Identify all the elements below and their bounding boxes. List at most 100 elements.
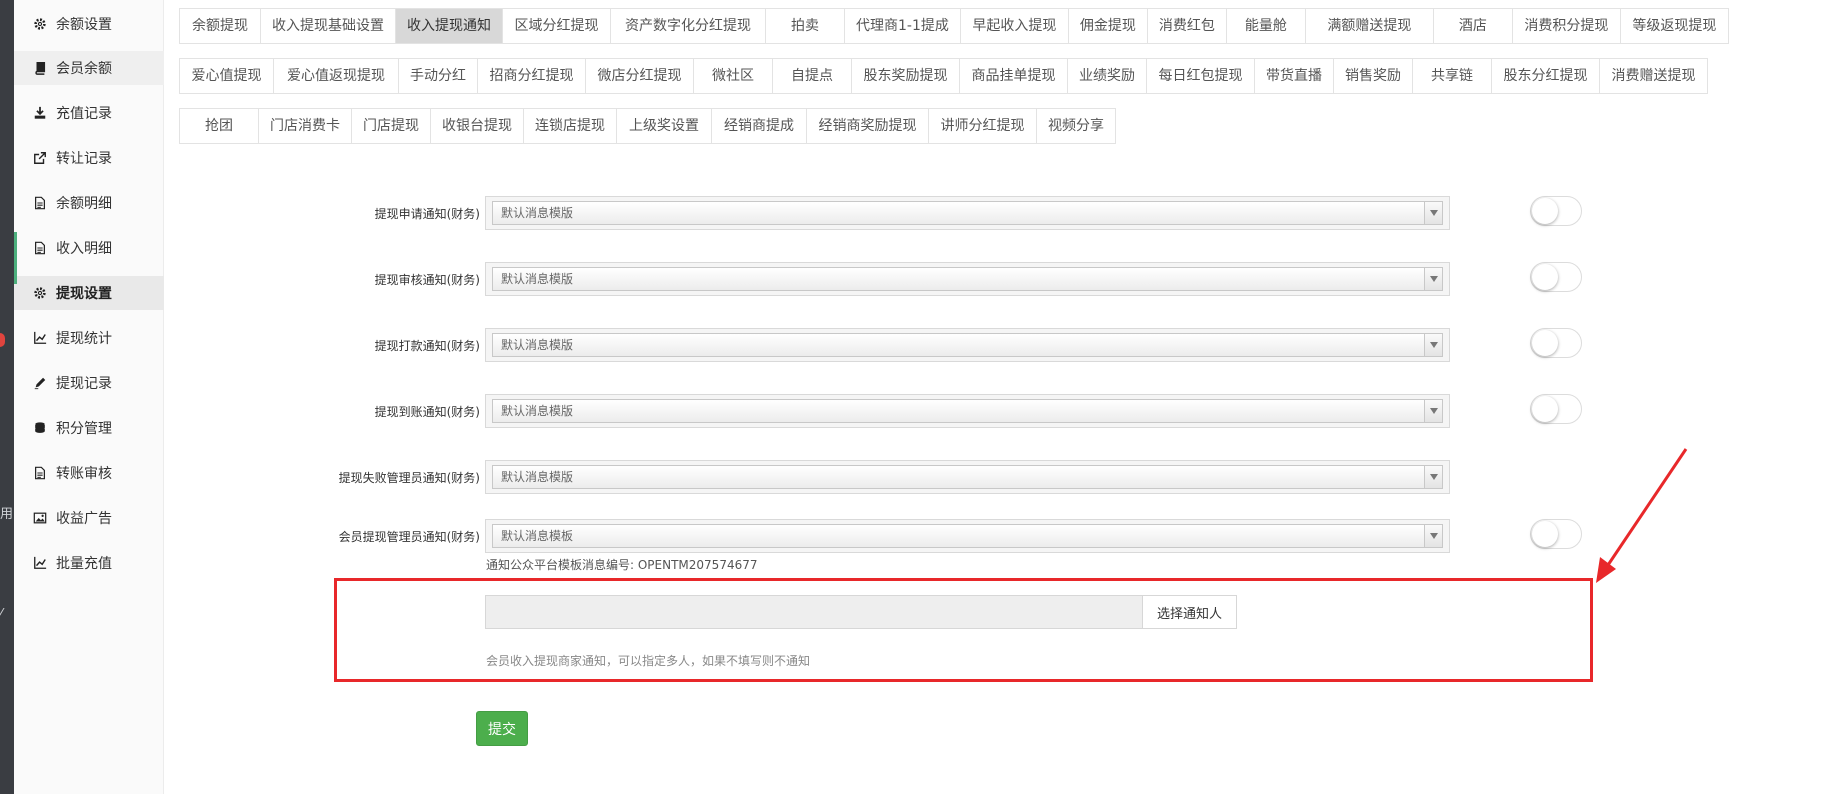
sidebar-item-10[interactable]: 积分管理 <box>14 411 164 445</box>
template-select-wrapper: 默认消息模版 <box>485 460 1450 494</box>
tab-row2-1[interactable]: 爱心值提现 <box>179 58 274 94</box>
toggle-knob <box>1532 396 1558 422</box>
sidebar-item-label: 转让记录 <box>56 151 112 167</box>
tab-row3-6[interactable]: 上级奖设置 <box>616 108 712 144</box>
tab-row2-3[interactable]: 手动分红 <box>398 58 478 94</box>
sidebar-item-label: 收入明细 <box>56 241 112 257</box>
tab-row-1: 余额提现 收入提现基础设置 收入提现通知 区域分红提现 资产数字化分红提现 拍卖 代理商1-… <box>179 8 1729 44</box>
form-row-4: 提现到账通知(财务) 默认消息模版 <box>260 394 1680 428</box>
submit-button[interactable]: 提交 <box>476 711 528 746</box>
sidebar-item-7[interactable]: 提现设置 <box>14 276 164 310</box>
form-row-label: 提现申请通知(财务) <box>374 207 480 221</box>
tab-row2-16[interactable]: 消费赠送提现 <box>1599 58 1708 94</box>
tab-row2-11[interactable]: 每日红包提现 <box>1146 58 1255 94</box>
chevron-down-icon <box>1424 525 1442 547</box>
tab-row1-15[interactable]: 等级返现提现 <box>1619 8 1729 44</box>
tab-row3-8[interactable]: 经销商奖励提现 <box>806 108 929 144</box>
tab-row1-6[interactable]: 拍卖 <box>765 8 845 44</box>
template-select[interactable]: 默认消息模版 <box>492 201 1443 225</box>
template-select[interactable]: 默认消息模版 <box>492 399 1443 423</box>
download-icon <box>32 105 48 121</box>
sidebar-item-label: 余额明细 <box>56 196 112 212</box>
sidebar-item-2[interactable]: 会员余额 <box>14 51 164 85</box>
tab-row2-2[interactable]: 爱心值返现提现 <box>273 58 399 94</box>
form-row-label: 提现审核通知(财务) <box>374 273 480 287</box>
line-chart-icon <box>32 330 48 346</box>
sidebar-item-label: 余额设置 <box>56 17 112 33</box>
tab-row1-5[interactable]: 资产数字化分红提现 <box>610 8 766 44</box>
tab-row2-9[interactable]: 商品挂单提现 <box>959 58 1068 94</box>
sidebar-item-1[interactable]: 余额设置 <box>14 7 164 41</box>
notify-toggle[interactable] <box>1530 196 1582 226</box>
tab-row2-8[interactable]: 股东奖励提现 <box>851 58 960 94</box>
template-select-wrapper: 默认消息模版 <box>485 262 1450 296</box>
tab-row1-2[interactable]: 收入提现基础设置 <box>260 8 396 44</box>
pencil-icon <box>32 375 48 391</box>
tab-row3-2[interactable]: 门店消费卡 <box>258 108 352 144</box>
sidebar-item-3[interactable]: 充值记录 <box>14 96 164 130</box>
template-select-value: 默认消息模版 <box>501 206 574 220</box>
tab-row3-9[interactable]: 讲师分红提现 <box>928 108 1037 144</box>
sidebar-item-8[interactable]: 提现统计 <box>14 321 164 355</box>
tab-row1-14[interactable]: 消费积分提现 <box>1511 8 1621 44</box>
sidebar-item-11[interactable]: 转账审核 <box>14 456 164 490</box>
tab-row2-13[interactable]: 销售奖励 <box>1333 58 1413 94</box>
tab-row3-4[interactable]: 收银台提现 <box>430 108 524 144</box>
tab-row3-7[interactable]: 经销商提成 <box>711 108 807 144</box>
template-select[interactable]: 默认消息模板 <box>492 524 1443 548</box>
tab-row1-10[interactable]: 消费红包 <box>1146 8 1227 44</box>
form-row-6: 会员提现管理员通知(财务) 默认消息模板 <box>260 519 1680 553</box>
tab-row2-5[interactable]: 微店分红提现 <box>585 58 694 94</box>
image-icon <box>32 510 48 526</box>
sidebar-item-5[interactable]: 余额明细 <box>14 186 164 220</box>
template-select[interactable]: 默认消息模版 <box>492 267 1443 291</box>
tab-row2-12[interactable]: 带货直播 <box>1254 58 1334 94</box>
tab-row2-14[interactable]: 共享链 <box>1412 58 1492 94</box>
sidebar-item-label: 提现统计 <box>56 331 112 347</box>
tab-row1-4[interactable]: 区域分红提现 <box>502 8 611 44</box>
tab-row2-10[interactable]: 业绩奖励 <box>1067 58 1147 94</box>
toggle-knob <box>1532 264 1558 290</box>
tab-row1-12[interactable]: 满额赠送提现 <box>1304 8 1434 44</box>
tab-row-2: 爱心值提现 爱心值返现提现 手动分红 招商分红提现 微店分红提现 微社区 自提点 股东奖励提现… <box>179 58 1708 94</box>
tab-row1-7[interactable]: 代理商1-1提成 <box>844 8 961 44</box>
gear-icon <box>32 285 48 301</box>
document-icon <box>32 195 48 211</box>
gear-icon <box>32 16 48 32</box>
tab-row3-5[interactable]: 连锁店提现 <box>523 108 617 144</box>
database-icon <box>32 420 48 436</box>
template-select[interactable]: 默认消息模版 <box>492 333 1443 357</box>
form-row-label: 提现到账通知(财务) <box>374 405 480 419</box>
select-notifier-button[interactable]: 选择通知人 <box>1142 595 1237 629</box>
tab-row2-7[interactable]: 自提点 <box>772 58 852 94</box>
tab-row3-3[interactable]: 门店提现 <box>351 108 431 144</box>
line-chart-icon <box>32 555 48 571</box>
notify-toggle[interactable] <box>1530 328 1582 358</box>
notify-toggle[interactable] <box>1530 394 1582 424</box>
tab-row2-6[interactable]: 微社区 <box>693 58 773 94</box>
tab-row2-4[interactable]: 招商分红提现 <box>477 58 586 94</box>
tab-row1-3[interactable]: 收入提现通知 <box>395 8 503 44</box>
sidebar-item-9[interactable]: 提现记录 <box>14 366 164 400</box>
template-select-value: 默认消息模版 <box>501 272 574 286</box>
sidebar: 余额设置会员余额充值记录转让记录余额明细收入明细提现设置提现统计提现记录积分管理… <box>14 0 164 794</box>
tab-row3-10[interactable]: 视频分享 <box>1036 108 1116 144</box>
sidebar-item-6[interactable]: 收入明细 <box>14 231 164 265</box>
tab-row1-13[interactable]: 酒店 <box>1432 8 1513 44</box>
sidebar-item-12[interactable]: 收益广告 <box>14 501 164 535</box>
sidebar-item-13[interactable]: 批量充值 <box>14 546 164 580</box>
sidebar-item-4[interactable]: 转让记录 <box>14 141 164 175</box>
tab-row1-9[interactable]: 佣金提现 <box>1067 8 1148 44</box>
notify-toggle[interactable] <box>1530 262 1582 292</box>
tab-row1-11[interactable]: 能量舱 <box>1225 8 1306 44</box>
notify-toggle[interactable] <box>1530 519 1582 549</box>
template-select[interactable]: 默认消息模版 <box>492 465 1443 489</box>
sidebar-active-indicator <box>14 232 17 284</box>
notify-recipients-input[interactable] <box>485 595 1143 629</box>
tab-row1-8[interactable]: 早起收入提现 <box>959 8 1069 44</box>
tab-row2-15[interactable]: 股东分红提现 <box>1491 58 1600 94</box>
tab-row3-1[interactable]: 抢团 <box>179 108 259 144</box>
toggle-knob <box>1532 521 1558 547</box>
tab-row1-1[interactable]: 余额提现 <box>179 8 261 44</box>
sidebar-item-label: 提现设置 <box>56 286 112 302</box>
